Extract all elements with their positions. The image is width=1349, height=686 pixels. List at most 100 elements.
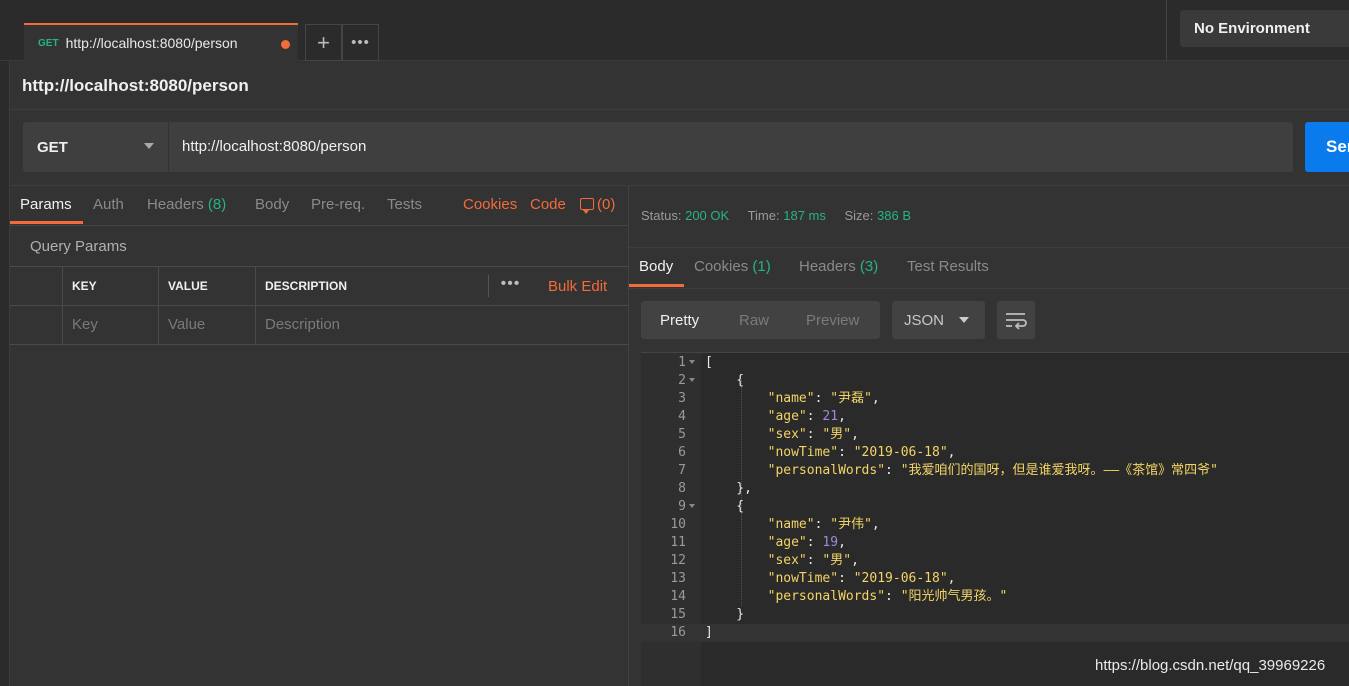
status-value: 200 OK (685, 208, 730, 223)
code-line: 7 "personalWords": "我爱咱们的国呀，但是谁爱我呀。——《茶馆… (641, 462, 1349, 480)
response-body-editor[interactable]: 1[2 {3 "name": "尹磊", 4 "age": 21, 5 "sex":… (641, 352, 1349, 686)
response-status-bar: Status: 200 OK Time: 187 ms Size: 386 B (641, 208, 926, 223)
key-input[interactable]: Key (62, 306, 159, 345)
query-params-table: KEY VALUE DESCRIPTION ••• Bulk Edit Key … (10, 266, 628, 345)
line-number: 11 (670, 535, 686, 550)
new-tab-button[interactable]: + (305, 24, 342, 61)
divider (1166, 0, 1167, 61)
view-pretty[interactable]: Pretty (660, 312, 699, 329)
active-tab-indicator (10, 221, 83, 224)
chevron-down-icon (959, 317, 969, 323)
value-input[interactable]: Value (158, 306, 255, 345)
code-line: 1[ (641, 354, 1349, 372)
line-number: 8 (678, 481, 686, 496)
status-label: Status: (641, 208, 682, 223)
line-number: 5 (678, 427, 686, 442)
code-text: "age": 19, (767, 535, 846, 550)
code-link[interactable]: Code (530, 196, 566, 213)
line-number: 9 (678, 499, 686, 514)
fold-toggle-icon[interactable] (689, 360, 695, 364)
code-line: 4 "age": 21, (641, 408, 1349, 426)
line-number: 1 (678, 355, 686, 370)
sidebar-edge (0, 0, 10, 686)
comments-count: (0) (597, 196, 616, 213)
tab-response-cookies[interactable]: Cookies (1) (694, 258, 771, 275)
line-number: 14 (670, 589, 686, 604)
code-line: 10 "name": "尹伟", (641, 516, 1349, 534)
table-header: KEY VALUE DESCRIPTION ••• Bulk Edit (10, 267, 628, 306)
tab-auth[interactable]: Auth (93, 196, 124, 213)
view-preview[interactable]: Preview (806, 312, 859, 329)
request-tabs: Params Auth Headers (8) Body Pre-req. Te… (10, 186, 628, 226)
fold-toggle-icon[interactable] (689, 504, 695, 508)
view-mode-group: Pretty Raw Preview (641, 301, 880, 339)
unsaved-dot-icon (281, 40, 290, 49)
format-label: JSON (904, 312, 945, 329)
code-text: { (705, 499, 745, 514)
size-value: 386 B (877, 208, 912, 223)
send-button[interactable]: Send (1305, 122, 1349, 172)
method-select[interactable]: GET (23, 122, 168, 172)
fold-toggle-icon[interactable] (689, 378, 695, 382)
cookies-link[interactable]: Cookies (463, 196, 517, 213)
tab-body[interactable]: Body (255, 196, 289, 213)
code-line: 15 } (641, 606, 1349, 624)
chevron-down-icon (144, 143, 154, 149)
comments-button[interactable]: (0) (580, 196, 616, 214)
wrap-icon (1006, 313, 1027, 330)
code-line: 5 "sex": "男", (641, 426, 1349, 444)
line-number: 15 (670, 607, 686, 622)
tab-headers[interactable]: Headers (8) (147, 196, 226, 213)
tab-more-button[interactable]: ••• (342, 24, 379, 61)
view-raw[interactable]: Raw (739, 312, 769, 329)
time-label: Time: (747, 208, 780, 223)
environment-select[interactable]: No Environment (1180, 10, 1349, 47)
line-number: 3 (678, 391, 686, 406)
tab-bar: GET http://localhost:8080/person + ••• N… (0, 0, 1349, 61)
tab-test-results[interactable]: Test Results (907, 258, 989, 275)
tab-response-cookies-label: Cookies (694, 258, 749, 275)
column-description: DESCRIPTION (255, 267, 488, 306)
column-options-button[interactable]: ••• (488, 275, 532, 297)
tab-params[interactable]: Params (20, 196, 72, 213)
tab-prereq[interactable]: Pre-req. (311, 196, 365, 213)
description-input[interactable]: Description (255, 306, 628, 345)
code-text: "age": 21, (767, 409, 846, 424)
request-tab-url: http://localhost:8080/person (65, 35, 238, 51)
request-tab-method: GET (38, 37, 59, 49)
tab-response-headers[interactable]: Headers (3) (799, 258, 878, 275)
wrap-lines-button[interactable] (997, 301, 1035, 339)
url-input[interactable]: http://localhost:8080/person (169, 122, 1293, 172)
code-text: "personalWords": "我爱咱们的国呀，但是谁爱我呀。——《茶馆》常… (767, 463, 1218, 478)
line-number: 16 (670, 625, 686, 640)
json-code: 1[2 {3 "name": "尹磊", 4 "age": 21, 5 "sex":… (641, 354, 1349, 642)
response-cookies-count: (1) (752, 258, 771, 275)
divider (10, 109, 1349, 110)
code-line: 12 "sex": "男", (641, 552, 1349, 570)
code-line: 16] (641, 624, 1349, 642)
tab-response-body[interactable]: Body (639, 258, 673, 275)
code-line: 14 "personalWords": "阳光帅气男孩。" (641, 588, 1349, 606)
code-text: "sex": "男", (767, 553, 859, 568)
tab-headers-label: Headers (147, 196, 204, 213)
time-value: 187 ms (783, 208, 826, 223)
response-headers-count: (3) (859, 258, 879, 275)
watermark: https://blog.csdn.net/qq_39969226 (1095, 657, 1326, 674)
code-line: 2 { (641, 372, 1349, 390)
tab-response-headers-label: Headers (799, 258, 856, 275)
response-tabs: Body Cookies (1) Headers (3) Test Result… (629, 248, 1349, 289)
code-line: 3 "name": "尹磊", (641, 390, 1349, 408)
request-tab[interactable]: GET http://localhost:8080/person (24, 23, 298, 61)
code-line: 11 "age": 19, (641, 534, 1349, 552)
line-number: 2 (678, 373, 686, 388)
code-text: [ (705, 355, 713, 370)
tab-tests[interactable]: Tests (387, 196, 422, 213)
code-line: 13 "nowTime": "2019-06-18", (641, 570, 1349, 588)
format-select[interactable]: JSON (892, 301, 985, 339)
comment-icon (580, 198, 594, 214)
bulk-edit-button[interactable]: Bulk Edit (548, 278, 607, 295)
line-number: 6 (678, 445, 686, 460)
code-text: "personalWords": "阳光帅气男孩。" (767, 589, 1008, 604)
code-text: }, (705, 481, 752, 496)
code-text: { (705, 373, 745, 388)
